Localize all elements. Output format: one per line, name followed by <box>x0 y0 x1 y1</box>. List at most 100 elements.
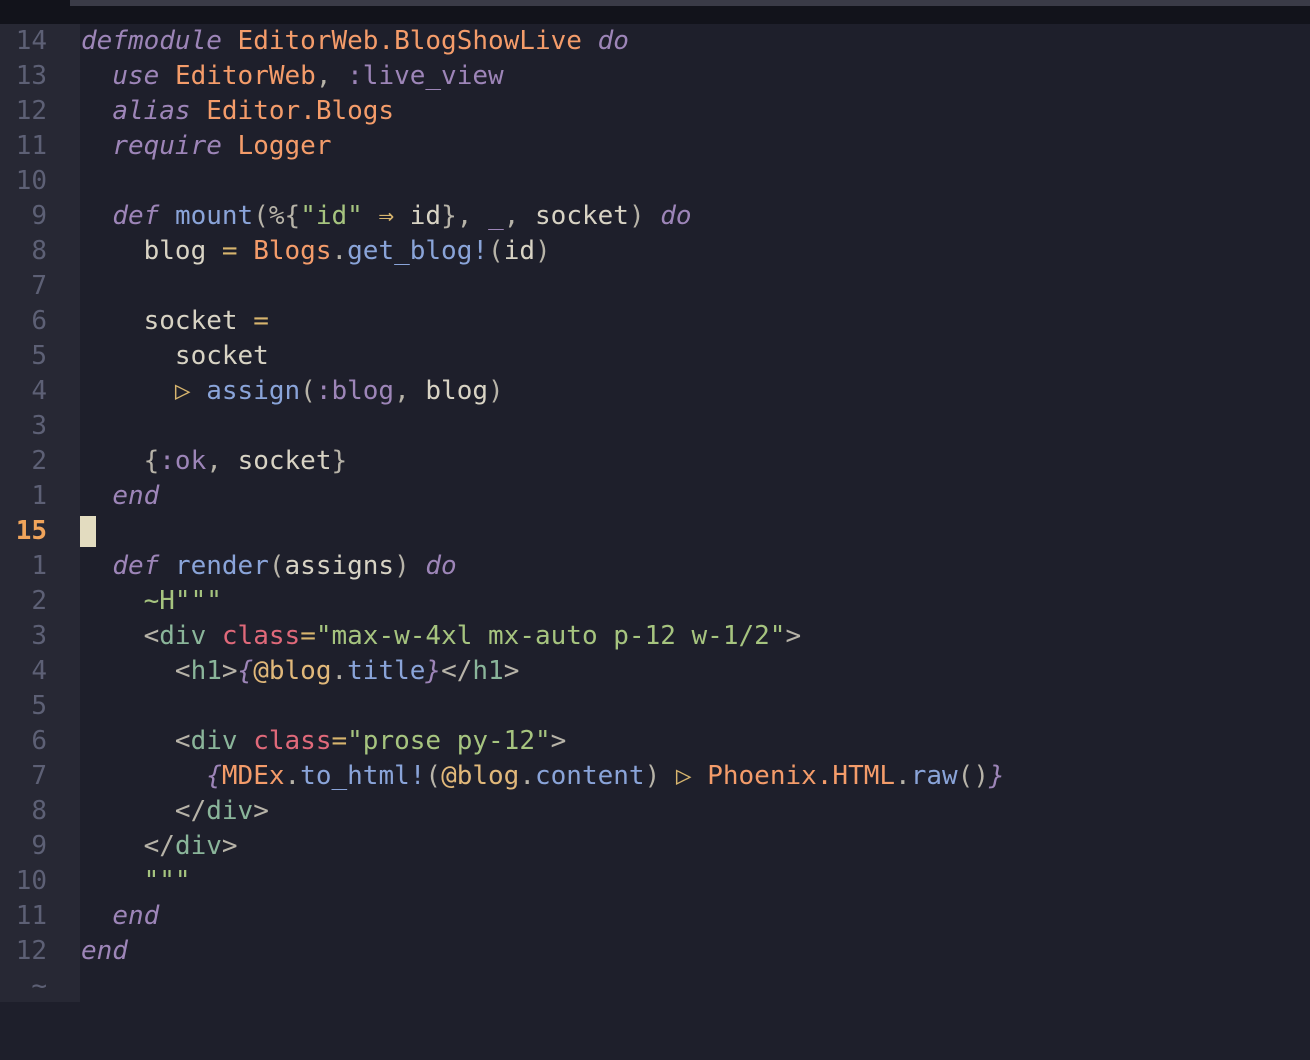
code-line[interactable]: ~ <box>0 969 1310 1004</box>
line-number: 9 <box>31 201 47 231</box>
code-text: socket = <box>81 304 269 339</box>
code-line[interactable]: 1 end <box>0 479 1310 514</box>
line-number: 6 <box>31 726 47 756</box>
text-cursor <box>80 516 96 547</box>
code-line[interactable]: 7 <box>0 269 1310 304</box>
code-line[interactable]: 7 {MDEx.to_html!(@blog.content) ▷ Phoeni… <box>0 759 1310 794</box>
code-token: > <box>503 656 520 686</box>
code-token: ) <box>394 551 410 581</box>
code-line[interactable]: 3 <box>0 409 1310 444</box>
code-token: , <box>315 61 348 91</box>
code-token: alias <box>112 96 191 126</box>
code-token: { <box>237 656 254 686</box>
code-line[interactable]: 15 <box>0 514 1310 549</box>
code-text: {:ok, socket} <box>81 444 348 479</box>
code-line[interactable]: 14 defmodule EditorWeb.BlogShowLive do <box>0 24 1310 59</box>
code-line[interactable]: 2 {:ok, socket} <box>0 444 1310 479</box>
line-number: 2 <box>31 586 47 616</box>
line-number: 15 <box>15 516 47 546</box>
line-number: 7 <box>31 761 47 791</box>
code-token: socket <box>81 341 269 371</box>
code-line[interactable]: 11 end <box>0 899 1310 934</box>
code-line[interactable]: 10 <box>0 164 1310 199</box>
code-token: ( <box>268 551 285 581</box>
code-editor[interactable]: 14 defmodule EditorWeb.BlogShowLive do 13 … <box>0 24 1310 1004</box>
code-text: blog = Blogs.get_blog!(id) <box>81 234 551 269</box>
code-line[interactable]: 6 <div class="prose py-12"> <box>0 724 1310 759</box>
code-token: end <box>81 936 128 966</box>
code-token: ) <box>488 376 504 406</box>
editor-bottom-area <box>0 1002 1310 1060</box>
code-text: require Logger <box>81 129 331 164</box>
code-line[interactable]: 8 blog = Blogs.get_blog!(id) <box>0 234 1310 269</box>
code-text: """ <box>81 864 191 899</box>
code-token: ( <box>300 376 316 406</box>
line-number: 10 <box>15 166 47 196</box>
code-line[interactable]: 11 require Logger <box>0 129 1310 164</box>
code-text: {MDEx.to_html!(@blog.content) ▷ Phoenix.… <box>81 759 1004 794</box>
code-line[interactable]: 3 <div class="max-w-4xl mx-auto p-12 w-1… <box>0 619 1310 654</box>
code-token: MDEx <box>221 761 285 791</box>
code-line[interactable]: 8 </div> <box>0 794 1310 829</box>
code-line[interactable]: 13 use EditorWeb, :live_view <box>0 59 1310 94</box>
code-line[interactable]: 2 ~H""" <box>0 584 1310 619</box>
code-token: div <box>206 796 254 826</box>
code-line[interactable]: 4 <h1>{@blog.title}</h1> <box>0 654 1310 689</box>
code-token: ( <box>425 761 442 791</box>
code-text: def mount(%{"id" ⇒ id}, _, socket) do <box>81 199 691 234</box>
line-number: 10 <box>15 866 47 896</box>
code-token: EditorWeb.BlogShowLive <box>237 26 582 56</box>
code-token: }, <box>441 201 489 231</box>
code-line[interactable]: 1 def render(assigns) do <box>0 549 1310 584</box>
code-line[interactable]: 9 </div> <box>0 829 1310 864</box>
code-token: . <box>331 656 348 686</box>
code-token: ) <box>535 236 551 266</box>
code-token: Logger <box>237 131 332 161</box>
code-line[interactable]: 5 socket <box>0 339 1310 374</box>
line-number: 5 <box>31 341 47 371</box>
line-number: 6 <box>31 306 47 336</box>
line-number: 5 <box>31 691 47 721</box>
code-token: div <box>190 726 238 756</box>
code-line[interactable]: 4 ▷ assign(:blog, blog) <box>0 374 1310 409</box>
line-number: 1 <box>31 551 47 581</box>
line-number: 13 <box>15 61 47 91</box>
code-token: } <box>425 656 442 686</box>
code-token: @blog <box>253 656 332 686</box>
code-line[interactable]: 6 socket = <box>0 304 1310 339</box>
code-token: div <box>174 831 222 861</box>
code-token: end <box>112 901 160 931</box>
code-text: alias Editor.Blogs <box>81 94 394 129</box>
code-token: Phoenix.HTML <box>707 761 896 791</box>
code-token: blog <box>81 236 222 266</box>
code-token: id <box>394 201 442 231</box>
code-token: ▷ <box>675 761 692 791</box>
code-token: h1 <box>472 656 504 686</box>
code-text: ~H""" <box>81 584 222 619</box>
code-token: = <box>331 726 348 756</box>
code-line[interactable]: 9 def mount(%{"id" ⇒ id}, _, socket) do <box>0 199 1310 234</box>
code-text: use EditorWeb, :live_view <box>81 59 503 94</box>
code-line[interactable]: 10 """ <box>0 864 1310 899</box>
code-line[interactable]: 12 alias Editor.Blogs <box>0 94 1310 129</box>
code-token: </ <box>441 656 473 686</box>
code-text: end <box>81 899 159 934</box>
code-line[interactable]: 12 end <box>0 934 1310 969</box>
code-line[interactable]: 5 <box>0 689 1310 724</box>
code-text: ▷ assign(:blog, blog) <box>81 374 504 409</box>
code-token: blog <box>425 376 489 406</box>
